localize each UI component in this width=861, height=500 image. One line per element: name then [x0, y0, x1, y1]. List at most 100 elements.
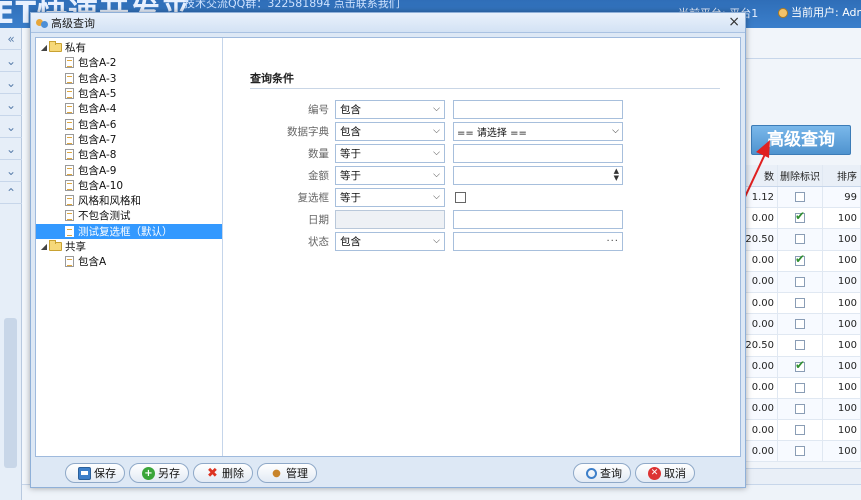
deleted-checkbox[interactable]	[795, 425, 805, 436]
sort-cell: 100	[823, 314, 861, 335]
folder-icon	[49, 240, 62, 251]
tree-item-label: 包含A-4	[78, 103, 117, 116]
tree-item[interactable]: 不包含测试	[36, 208, 222, 223]
save-button-label: 保存	[94, 467, 116, 480]
deleted-cell	[778, 398, 823, 420]
chevron-down-icon[interactable]: ⌄	[0, 94, 22, 116]
dialog-titlebar[interactable]: 高级查询 ×	[31, 13, 745, 33]
operator-select[interactable]: 等于 ⌵	[335, 187, 445, 207]
chevron-down-icon[interactable]: ⌄	[0, 50, 22, 72]
deleted-checkbox[interactable]	[795, 340, 805, 351]
operator-select[interactable]: 包含 ⌵	[335, 121, 445, 141]
save-icon	[78, 466, 91, 480]
search-icon	[586, 467, 597, 479]
dictionary-select[interactable]: == 请选择 == ⌵	[453, 121, 623, 141]
current-user[interactable]: 当前用户: Adm	[778, 4, 861, 20]
amount-cell: 0.00	[746, 208, 778, 229]
chevron-up-icon[interactable]: ⌃	[0, 182, 22, 204]
deleted-checkbox[interactable]	[795, 382, 805, 393]
deleted-checkbox[interactable]	[795, 252, 805, 266]
spinner-icon[interactable]: ▲ ▼	[614, 168, 619, 182]
table-row[interactable]: 0.00 100	[746, 314, 861, 336]
table-row[interactable]: 20.50 100	[746, 335, 861, 357]
table-row[interactable]: 0.00 100	[746, 377, 861, 399]
grid-header-amount[interactable]: 数	[746, 165, 778, 186]
operator-value: 包含	[340, 125, 361, 138]
tree-folder-private[interactable]: ◢ 私有	[36, 40, 222, 55]
tree-item[interactable]: 包含A-2	[36, 55, 222, 70]
operator-value: 包含	[340, 103, 361, 116]
value-input[interactable]	[453, 143, 623, 163]
collapse-left-icon[interactable]: «	[0, 28, 22, 50]
ellipsis-icon[interactable]: ···	[606, 236, 619, 247]
tree-item[interactable]: 包含A-7	[36, 132, 222, 147]
tree-item[interactable]: 包含A-5	[36, 86, 222, 101]
collapse-toggle-icon[interactable]: ◢	[39, 242, 49, 251]
tree-item[interactable]: 包含A	[36, 254, 222, 269]
status-picker[interactable]: ···	[453, 231, 623, 251]
tree-item[interactable]: 包含A-3	[36, 71, 222, 86]
chevron-down-icon[interactable]: ⌄	[0, 138, 22, 160]
collapse-toggle-icon[interactable]: ◢	[39, 43, 49, 52]
deleted-checkbox[interactable]	[795, 234, 805, 245]
operator-select[interactable]: 等于 ⌵	[335, 165, 445, 185]
tree-item[interactable]: 风格和风格和	[36, 193, 222, 208]
save-button[interactable]: 保存	[65, 463, 125, 483]
table-row[interactable]: 0.00 100	[746, 208, 861, 230]
grid-header-sort[interactable]: 排序	[823, 165, 861, 186]
chevron-down-icon[interactable]: ⌄	[0, 72, 22, 94]
query-button[interactable]: 查询	[573, 463, 631, 483]
tree-folder-shared[interactable]: ◢ 共享	[36, 239, 222, 254]
left-scrollbar[interactable]	[4, 318, 17, 468]
tree-item[interactable]: 包含A-6	[36, 116, 222, 131]
tree-item[interactable]: 包含A-9	[36, 162, 222, 177]
table-row[interactable]: 0.00 100	[746, 398, 861, 421]
table-row[interactable]: 0.00 100	[746, 441, 861, 463]
operator-select[interactable]: 等于 ⌵	[335, 143, 445, 163]
table-row[interactable]: 0.00 100	[746, 250, 861, 272]
deleted-checkbox[interactable]	[795, 403, 805, 414]
chevron-down-icon[interactable]: ⌄	[0, 116, 22, 138]
table-row[interactable]: 0.00 100	[746, 292, 861, 315]
tree-item[interactable]: 测试复选框（默认）	[36, 223, 222, 239]
tree-item[interactable]: 包含A-4	[36, 101, 222, 116]
document-icon	[65, 179, 74, 191]
manage-button[interactable]: ● 管理	[257, 463, 317, 483]
value-input[interactable]	[453, 209, 623, 229]
dictionary-value: == 请选择 ==	[457, 127, 527, 139]
deleted-checkbox[interactable]	[795, 276, 805, 287]
close-icon[interactable]: ×	[728, 14, 740, 30]
deleted-checkbox[interactable]	[795, 192, 805, 203]
advanced-query-button[interactable]: 高级查询	[751, 125, 851, 155]
amount-input[interactable]: ▲ ▼	[453, 165, 623, 185]
deleted-checkbox[interactable]	[795, 298, 805, 309]
deleted-checkbox[interactable]	[795, 446, 805, 457]
table-row[interactable]: 0.00 100	[746, 420, 861, 442]
sort-cell: 100	[823, 250, 861, 271]
grid-header-deleted[interactable]: 删除标识	[778, 165, 823, 186]
deleted-checkbox[interactable]	[795, 358, 805, 372]
deleted-checkbox[interactable]	[795, 319, 805, 330]
delete-icon: ✖	[207, 465, 218, 481]
value-input[interactable]	[453, 99, 623, 119]
document-icon	[65, 88, 74, 100]
deleted-checkbox[interactable]	[795, 209, 805, 224]
table-row[interactable]: 1.12 99	[746, 187, 861, 209]
tree-item[interactable]: 包含A-10	[36, 178, 222, 193]
amount-cell: 0.00	[746, 292, 778, 314]
operator-select[interactable]: 包含 ⌵	[335, 99, 445, 119]
save-as-button[interactable]: + 另存	[129, 463, 189, 483]
qq-notice-link[interactable]: 技术交流QQ群：322581894 点击联系我们	[184, 0, 400, 11]
table-row[interactable]: 20.50 100	[746, 229, 861, 251]
document-icon	[65, 195, 74, 207]
delete-button[interactable]: ✖ 删除	[193, 463, 253, 483]
chevron-down-icon[interactable]: ⌄	[0, 160, 22, 182]
cancel-button[interactable]: ✕ 取消	[635, 463, 695, 483]
chevron-down-icon: ⌵	[433, 170, 440, 180]
tree-item[interactable]: 包含A-8	[36, 147, 222, 162]
table-row[interactable]: 0.00 100	[746, 356, 861, 378]
checkbox-input[interactable]	[455, 191, 466, 203]
table-row[interactable]: 0.00 100	[746, 271, 861, 293]
condition-label: 编号	[308, 103, 329, 116]
operator-select[interactable]: 包含 ⌵	[335, 231, 445, 251]
